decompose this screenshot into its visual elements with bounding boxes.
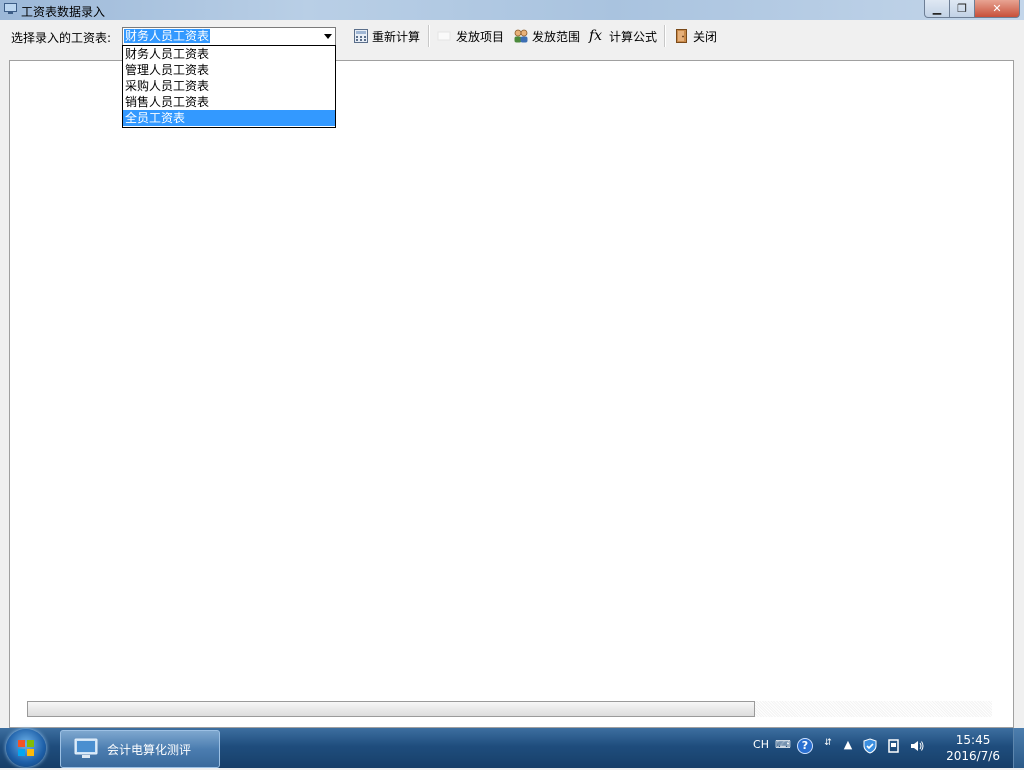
taskbar-app-button[interactable]: 会计电算化测评 (60, 730, 220, 768)
clock-time: 15:45 (955, 733, 991, 747)
taskbar-app-title: 会计电算化测评 (107, 742, 192, 757)
toolbar-separator (664, 25, 666, 47)
computer-icon (74, 738, 98, 758)
close-label: 关闭 (693, 29, 718, 44)
device-icon[interactable] (886, 738, 902, 754)
minimize-icon: ▁ (932, 2, 942, 15)
scrollbar-thumb[interactable] (27, 701, 755, 717)
close-window-button[interactable]: ✕ (975, 0, 1020, 18)
close-button[interactable]: 关闭 (674, 27, 717, 45)
pay-items-button[interactable]: 发放项目 (437, 27, 504, 45)
pay-scope-button[interactable]: 发放范围 (513, 27, 580, 45)
language-indicator[interactable]: CH (752, 738, 770, 754)
system-clock[interactable]: 15:45 2016/7/6 (946, 732, 1000, 764)
table-select-value: 财务人员工资表 (124, 29, 211, 43)
show-hidden-icons-icon[interactable]: ▲ (840, 738, 856, 754)
fx-icon: fx (589, 28, 603, 44)
taskbar: 会计电算化测评 CH ⌨ ? ⇵ ▲ 15:45 2016/7/6 (0, 728, 1024, 768)
recalc-label: 重新计算 (372, 29, 421, 44)
calculator-icon (354, 29, 368, 43)
title-bar: 工资表数据录入 ▁ ❐ ✕ (0, 0, 1024, 20)
restore-icon: ❐ (957, 2, 967, 15)
door-exit-icon (676, 29, 687, 43)
scrollbar-track[interactable] (755, 701, 992, 717)
dropdown-option[interactable]: 管理人员工资表 (123, 62, 335, 78)
volume-icon[interactable] (909, 738, 925, 754)
formula-label: 计算公式 (609, 29, 658, 44)
windows-logo-icon (18, 740, 34, 756)
toolbar-separator (428, 25, 430, 47)
formula-button[interactable]: fx 计算公式 (589, 27, 657, 45)
recalc-button[interactable]: 重新计算 (353, 27, 420, 45)
blank-item-icon (437, 31, 451, 41)
shield-icon[interactable] (862, 738, 878, 754)
show-desktop-button[interactable] (1013, 728, 1024, 768)
window-title: 工资表数据录入 (21, 5, 106, 19)
dropdown-option[interactable]: 采购人员工资表 (123, 78, 335, 94)
window-controls: ▁ ❐ ✕ (924, 0, 1020, 18)
chevron-down-icon[interactable] (324, 34, 332, 39)
table-select[interactable]: 财务人员工资表 (122, 27, 336, 46)
select-table-label: 选择录入的工资表: (11, 31, 112, 45)
dropdown-option[interactable]: 财务人员工资表 (123, 46, 335, 62)
start-button[interactable] (6, 729, 46, 767)
ime-options-icon[interactable]: ⇵ (820, 738, 836, 754)
pay-items-label: 发放项目 (456, 29, 505, 44)
dropdown-option[interactable]: 销售人员工资表 (123, 94, 335, 110)
close-icon: ✕ (992, 2, 1002, 15)
keyboard-icon[interactable]: ⌨ (775, 738, 791, 754)
pay-scope-label: 发放范围 (532, 29, 581, 44)
users-icon (514, 29, 528, 43)
table-dropdown-list: 财务人员工资表 管理人员工资表 采购人员工资表 销售人员工资表 全员工资表 (122, 45, 336, 128)
restore-button[interactable]: ❐ (950, 0, 975, 18)
horizontal-scrollbar[interactable] (27, 701, 992, 717)
clock-date: 2016/7/6 (946, 749, 1000, 763)
minimize-button[interactable]: ▁ (924, 0, 950, 18)
help-icon[interactable]: ? (797, 738, 813, 754)
data-grid-area[interactable] (9, 60, 1014, 728)
app-monitor-icon (4, 3, 17, 14)
dropdown-option-highlighted[interactable]: 全员工资表 (123, 110, 335, 126)
